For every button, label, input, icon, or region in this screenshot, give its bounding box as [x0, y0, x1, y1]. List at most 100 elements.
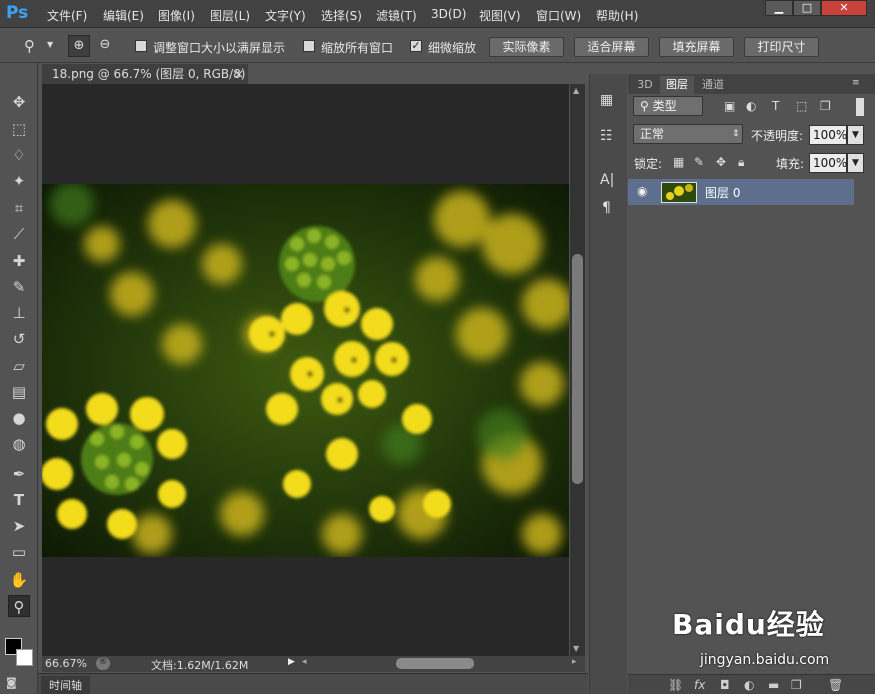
menu-help[interactable]: 帮助(H)	[596, 7, 638, 24]
tab-layers[interactable]: 图层	[660, 76, 694, 94]
tab-3d[interactable]: 3D	[632, 76, 658, 94]
filter-adjustment-icon[interactable]: ◐	[746, 99, 756, 113]
adjustments-icon[interactable]: ☷	[600, 128, 613, 144]
zoom-in-icon[interactable]: ⊕	[68, 35, 90, 57]
zoom-out-icon[interactable]: ⊖	[94, 35, 116, 57]
maximize-button[interactable]: □	[793, 0, 821, 16]
filter-smart-object-icon[interactable]: ❐	[820, 99, 831, 113]
new-adjustment-icon[interactable]: ◐	[744, 678, 754, 692]
resize-windows-checkbox[interactable]	[135, 40, 147, 52]
move-tool-icon[interactable]: ✥	[8, 91, 30, 113]
tab-close-icon[interactable]: ×	[234, 64, 244, 84]
gradient-tool-icon[interactable]: ▤	[8, 381, 30, 403]
menu-type[interactable]: 文字(Y)	[265, 7, 306, 24]
status-icon[interactable]: ®	[96, 657, 110, 670]
visibility-eye-icon[interactable]: ◉	[637, 184, 647, 198]
eyedropper-icon[interactable]: ⟋	[8, 223, 30, 245]
menu-edit[interactable]: 编辑(E)	[103, 7, 144, 24]
blur-tool-icon[interactable]: ●	[8, 407, 30, 429]
lasso-tool-icon[interactable]: ♢	[8, 144, 30, 166]
fill-screen-button[interactable]: 填充屏幕	[659, 37, 734, 57]
link-layers-icon[interactable]: ⛓	[668, 678, 683, 692]
zoom-tool-icon[interactable]: ⚲	[8, 595, 30, 617]
history-brush-icon[interactable]: ↺	[8, 328, 30, 350]
fill-input[interactable]: 100%	[809, 153, 847, 173]
add-mask-icon[interactable]: ◘	[720, 678, 730, 692]
histogram-icon[interactable]: ▦	[600, 92, 613, 108]
scroll-up-icon[interactable]: ▲	[573, 86, 579, 95]
document-tab[interactable]: 18.png @ 66.7% (图层 0, RGB/8) ×	[42, 64, 248, 84]
quick-mask-icon[interactable]: ◙	[6, 676, 17, 689]
filter-shape-icon[interactable]: ⬚	[796, 99, 807, 113]
lock-transparent-icon[interactable]: ▦	[673, 155, 684, 169]
new-layer-icon[interactable]: ❐	[791, 678, 802, 692]
lock-position-icon[interactable]: ✥	[716, 155, 726, 169]
scroll-down-icon[interactable]: ▼	[573, 644, 579, 653]
close-button[interactable]: ✕	[821, 0, 867, 16]
panel-menu-icon[interactable]: ≡	[852, 78, 860, 88]
menu-select[interactable]: 选择(S)	[321, 7, 362, 24]
hand-tool-icon[interactable]: ✋	[8, 569, 30, 591]
menu-view[interactable]: 视图(V)	[479, 7, 521, 24]
fx-icon[interactable]: fx	[694, 678, 705, 692]
lock-pixels-icon[interactable]: ✎	[694, 155, 704, 169]
lock-all-icon[interactable]: 🔒︎	[738, 155, 744, 170]
tab-channels[interactable]: 通道	[696, 76, 730, 94]
background-color-swatch[interactable]	[16, 649, 33, 666]
character-icon[interactable]: A|	[600, 172, 614, 188]
opacity-input[interactable]: 100%	[809, 125, 847, 145]
menu-file[interactable]: 文件(F)	[47, 7, 87, 24]
minimize-button[interactable]: ▁	[765, 0, 793, 16]
actual-pixels-button[interactable]: 实际像素	[489, 37, 564, 57]
options-bar: ⚲ ▼ ⊕ ⊖ 调整窗口大小以满屏显示 缩放所有窗口 ✓ 细微缩放 实际像素 适…	[0, 29, 875, 63]
status-menu-arrow-icon[interactable]: ▶	[288, 657, 295, 667]
print-size-button[interactable]: 打印尺寸	[744, 37, 819, 57]
document-info: 文档:1.62M/1.62M	[151, 659, 249, 672]
dodge-tool-icon[interactable]: ◍	[8, 433, 30, 455]
lock-label: 锁定:	[634, 157, 663, 171]
magic-wand-icon[interactable]: ✦	[8, 170, 30, 192]
scroll-left-icon[interactable]: ◂	[302, 657, 307, 667]
horizontal-scroll-thumb[interactable]	[396, 658, 474, 669]
crop-tool-icon[interactable]: ⌗	[8, 197, 30, 219]
fit-screen-button[interactable]: 适合屏幕	[574, 37, 649, 57]
scrubby-zoom-label: 细微缩放	[428, 41, 477, 55]
opacity-dropdown-icon[interactable]: ▼	[847, 125, 864, 145]
paragraph-icon[interactable]: ¶	[602, 200, 611, 216]
zoom-level[interactable]: 66.67%	[45, 657, 87, 670]
baidu-watermark-url: jingyan.baidu.com	[700, 652, 830, 668]
scrubby-zoom-checkbox[interactable]: ✓	[410, 40, 422, 52]
document-canvas[interactable]	[42, 84, 569, 656]
menu-window[interactable]: 窗口(W)	[536, 7, 581, 24]
type-tool-icon[interactable]: T	[8, 489, 30, 511]
new-group-icon[interactable]: ▬	[768, 678, 779, 692]
healing-brush-icon[interactable]: ✚	[8, 250, 30, 272]
pen-tool-icon[interactable]: ✒	[8, 463, 30, 485]
search-icon: ⚲	[640, 99, 653, 113]
marquee-tool-icon[interactable]: ⬚	[8, 118, 30, 140]
shape-tool-icon[interactable]: ▭	[8, 541, 30, 563]
menu-layer[interactable]: 图层(L)	[210, 7, 250, 24]
layer-row[interactable]: ◉ 图层 0	[628, 179, 854, 205]
zoom-all-checkbox[interactable]	[303, 40, 315, 52]
scroll-right-icon[interactable]: ▸	[572, 657, 577, 667]
filter-type-icon[interactable]: T	[772, 99, 779, 113]
layer-name[interactable]: 图层 0	[705, 184, 740, 201]
filter-pixel-icon[interactable]: ▣	[724, 99, 735, 113]
brush-tool-icon[interactable]: ✎	[8, 276, 30, 298]
tool-preset-dropdown-icon[interactable]: ▼	[47, 40, 53, 49]
filter-toggle[interactable]	[856, 98, 864, 116]
delete-layer-icon[interactable]: 🗑︎	[828, 678, 843, 692]
path-select-icon[interactable]: ➤	[8, 515, 30, 537]
vertical-scroll-thumb[interactable]	[572, 254, 583, 484]
eraser-tool-icon[interactable]: ▱	[8, 355, 30, 377]
menu-filter[interactable]: 滤镜(T)	[376, 7, 417, 24]
menu-image[interactable]: 图像(I)	[158, 7, 195, 24]
fill-dropdown-icon[interactable]: ▼	[847, 153, 864, 173]
stamp-tool-icon[interactable]: ⊥	[8, 302, 30, 324]
filter-kind-dropdown[interactable]: ⚲ 类型	[633, 96, 703, 116]
zoom-tool-icon[interactable]: ⚲	[24, 37, 35, 55]
timeline-tab[interactable]: 时间轴	[41, 676, 90, 694]
menu-3d[interactable]: 3D(D)	[431, 7, 466, 21]
blend-mode-dropdown[interactable]: 正常 ⇕	[633, 124, 743, 144]
